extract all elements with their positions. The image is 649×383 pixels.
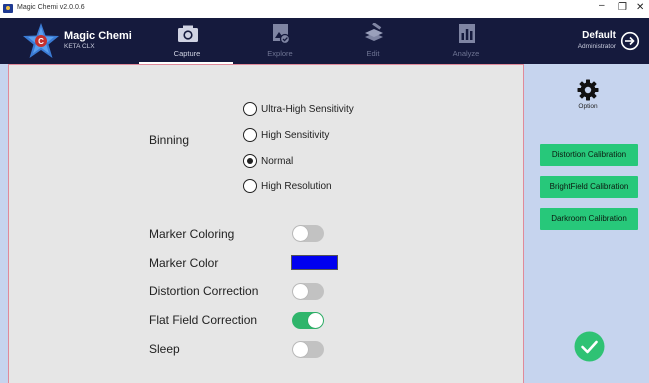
tab-capture[interactable]: Capture [147, 18, 227, 64]
camera-icon [178, 25, 198, 42]
binning-option-normal[interactable] [243, 154, 257, 168]
app-icon [3, 4, 13, 13]
binning-option-high-resolution[interactable] [243, 179, 257, 193]
binning-option-high-sensitivity[interactable] [243, 128, 257, 142]
edit-layers-icon [365, 23, 383, 41]
left-strip [0, 64, 8, 383]
flat-field-correction-toggle[interactable] [292, 312, 324, 329]
user-name: Default [582, 30, 616, 41]
minimize-button[interactable]: – [599, 0, 605, 11]
logout-icon[interactable] [620, 31, 640, 51]
sleep-toggle[interactable] [292, 341, 324, 358]
marker-coloring-toggle[interactable] [292, 225, 324, 242]
gear-icon[interactable] [577, 79, 599, 101]
marker-coloring-label: Marker Coloring [149, 227, 235, 241]
brand-name: Magic Chemi [64, 30, 132, 42]
marker-color-swatch[interactable] [291, 255, 338, 270]
brand-subtitle: KETA CLX [64, 43, 95, 50]
distortion-calibration-button[interactable]: Distortion Calibration [540, 144, 638, 166]
analyze-icon [459, 24, 475, 43]
binning-option-label: Ultra-High Sensitivity [261, 104, 354, 115]
distortion-correction-label: Distortion Correction [149, 284, 259, 298]
option-label: Option [578, 103, 598, 110]
window-title: Magic Chemi v2.0.0.6 [17, 4, 85, 11]
image-explore-icon [273, 24, 291, 45]
tab-explore-label: Explore [267, 49, 293, 58]
tab-edit[interactable]: Edit [333, 18, 413, 64]
title-bar: Magic Chemi v2.0.0.6 – ❐ ✕ [0, 0, 649, 18]
tab-explore[interactable]: Explore [240, 18, 320, 64]
tab-edit-label: Edit [366, 49, 380, 58]
tab-analyze[interactable]: Analyze [426, 18, 506, 64]
darkroom-calibration-button[interactable]: Darkroom Calibration [540, 208, 638, 230]
brightfield-calibration-button[interactable]: BrightField Calibration [540, 176, 638, 198]
close-button[interactable]: ✕ [636, 2, 644, 13]
binning-option-label: High Sensitivity [261, 130, 330, 141]
flat-field-correction-label: Flat Field Correction [149, 313, 258, 327]
maximize-button[interactable]: ❐ [618, 2, 627, 13]
app-header: C Magic Chemi KETA CLX Capture Explore E… [0, 18, 649, 64]
logo-letter: C [38, 37, 44, 46]
binning-label: Binning [149, 133, 190, 147]
sleep-label: Sleep [149, 342, 180, 356]
star-logo-icon: C [23, 23, 59, 58]
user-role: Administrator [577, 43, 616, 50]
binning-option-label: High Resolution [261, 181, 332, 192]
distortion-correction-toggle[interactable] [292, 283, 324, 300]
binning-option-label: Normal [261, 156, 294, 167]
binning-option-ultra-high-sensitivity[interactable] [243, 102, 257, 116]
marker-color-label: Marker Color [149, 256, 219, 270]
confirm-check-icon[interactable] [574, 331, 605, 362]
tab-analyze-label: Analyze [452, 49, 480, 58]
tab-capture-label: Capture [173, 49, 201, 58]
